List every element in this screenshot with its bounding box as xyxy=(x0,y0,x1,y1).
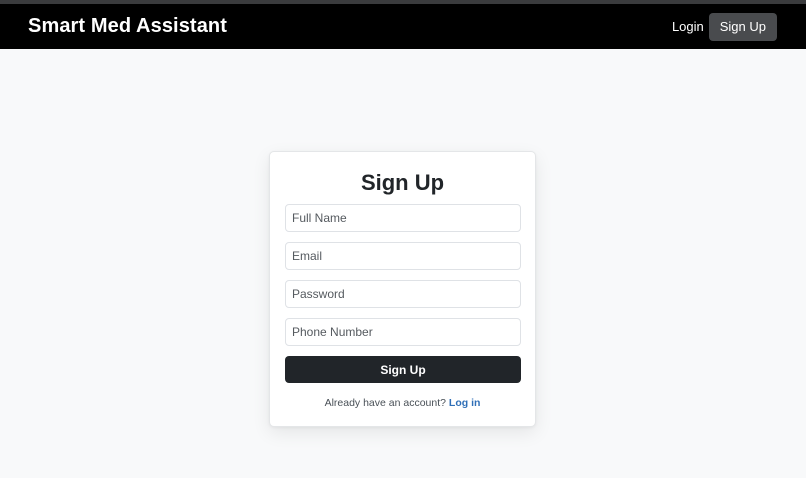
full-name-field[interactable] xyxy=(285,204,521,232)
signup-submit-button[interactable]: Sign Up xyxy=(285,356,521,383)
signup-card: Sign Up Sign Up Already have an account?… xyxy=(269,151,536,427)
login-prompt: Already have an account? Log in xyxy=(285,397,520,409)
nav-signup-button[interactable]: Sign Up xyxy=(708,12,777,41)
email-field[interactable] xyxy=(285,242,521,270)
brand-title[interactable]: Smart Med Assistant xyxy=(28,15,227,38)
login-link[interactable]: Log in xyxy=(449,397,481,409)
login-prompt-text: Already have an account? xyxy=(324,397,446,409)
navbar: Smart Med Assistant Login Sign Up xyxy=(0,4,806,49)
phone-number-field[interactable] xyxy=(285,318,521,346)
nav-actions: Login Sign Up xyxy=(672,12,777,41)
password-field[interactable] xyxy=(285,280,521,308)
form-title: Sign Up xyxy=(360,170,445,195)
nav-login-link[interactable]: Login xyxy=(672,13,704,40)
